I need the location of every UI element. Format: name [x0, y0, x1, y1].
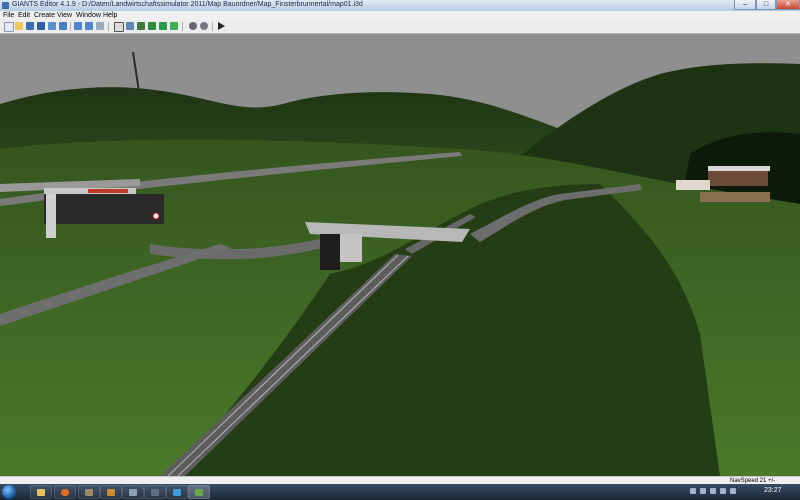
save-as-icon[interactable]	[37, 22, 45, 30]
menu-edit[interactable]: Edit	[18, 11, 30, 20]
farm-shed	[676, 180, 710, 190]
paint-icon[interactable]	[159, 22, 167, 30]
volume-icon[interactable]	[730, 488, 736, 494]
browser-icon	[61, 489, 69, 496]
save-icon[interactable]	[26, 22, 34, 30]
app-icon	[129, 489, 137, 496]
taskbar-app-3[interactable]	[78, 485, 100, 499]
play-icon[interactable]	[218, 22, 225, 30]
overpass-abutment	[340, 234, 362, 262]
taskbar-app-4[interactable]	[100, 485, 122, 499]
menu-window[interactable]: Window	[76, 11, 101, 20]
terrain-icon[interactable]	[148, 22, 156, 30]
taskbar-app-6[interactable]	[144, 485, 166, 499]
scene-render	[0, 34, 800, 476]
menu-create[interactable]: Create	[34, 11, 55, 20]
menu-help[interactable]: Help	[103, 11, 117, 20]
app-icon	[85, 489, 93, 496]
road-sign	[152, 212, 160, 220]
open-icon[interactable]	[15, 22, 23, 30]
minimize-button[interactable]: –	[734, 0, 756, 10]
folder-icon	[37, 489, 45, 496]
menu-file[interactable]: File	[3, 11, 14, 20]
scene-viewport[interactable]	[0, 34, 800, 476]
rotate-icon[interactable]	[126, 22, 134, 30]
taskbar-app-5[interactable]	[122, 485, 144, 499]
giants-editor-icon	[195, 489, 203, 496]
maximize-button[interactable]: □	[756, 0, 776, 10]
app-icon	[173, 489, 181, 496]
camera-icon[interactable]	[189, 22, 197, 30]
close-button[interactable]: ✕	[776, 0, 800, 10]
overpass-shadow	[320, 234, 340, 270]
new-icon[interactable]	[4, 22, 14, 32]
toolbar	[0, 20, 800, 34]
export-icon[interactable]	[59, 22, 67, 30]
settings-icon[interactable]	[200, 22, 208, 30]
warning-stripes	[88, 189, 128, 193]
select-icon[interactable]	[96, 22, 104, 30]
farm-roof	[708, 166, 770, 171]
menu-bar: File Edit Create View Window Help	[0, 11, 800, 20]
taskbar-giants-editor[interactable]	[188, 485, 210, 499]
farm-building	[708, 170, 768, 186]
bridge-pillar	[46, 194, 56, 238]
app-icon	[107, 489, 115, 496]
toolbar-separator	[212, 22, 213, 31]
tray-icon[interactable]	[710, 488, 716, 494]
network-icon[interactable]	[720, 488, 726, 494]
scale-icon[interactable]	[137, 22, 145, 30]
app-icon	[2, 2, 9, 9]
window-title: GIANTS Editor 4.1.9 - D:/Daten/Landwirts…	[12, 1, 363, 8]
tray-icon[interactable]	[690, 488, 696, 494]
move-icon[interactable]	[114, 22, 124, 32]
undo-icon[interactable]	[74, 22, 82, 30]
start-button[interactable]	[2, 485, 16, 499]
clock[interactable]: 23:27	[764, 487, 782, 494]
tray-icon[interactable]	[700, 488, 706, 494]
system-tray	[690, 488, 750, 496]
toolbar-separator	[182, 22, 183, 31]
foliage-icon[interactable]	[170, 22, 178, 30]
taskbar-explorer[interactable]	[30, 485, 52, 499]
app-icon	[151, 489, 159, 496]
taskbar-firefox[interactable]	[54, 485, 76, 499]
redo-icon[interactable]	[85, 22, 93, 30]
toolbar-separator	[108, 22, 109, 31]
import-icon[interactable]	[48, 22, 56, 30]
underpass-tunnel	[44, 194, 164, 224]
taskbar: 23:27	[0, 484, 800, 500]
menu-view[interactable]: View	[57, 11, 72, 20]
toolbar-separator	[70, 22, 71, 31]
wooden-fence	[700, 192, 770, 202]
taskbar-app-7[interactable]	[166, 485, 188, 499]
